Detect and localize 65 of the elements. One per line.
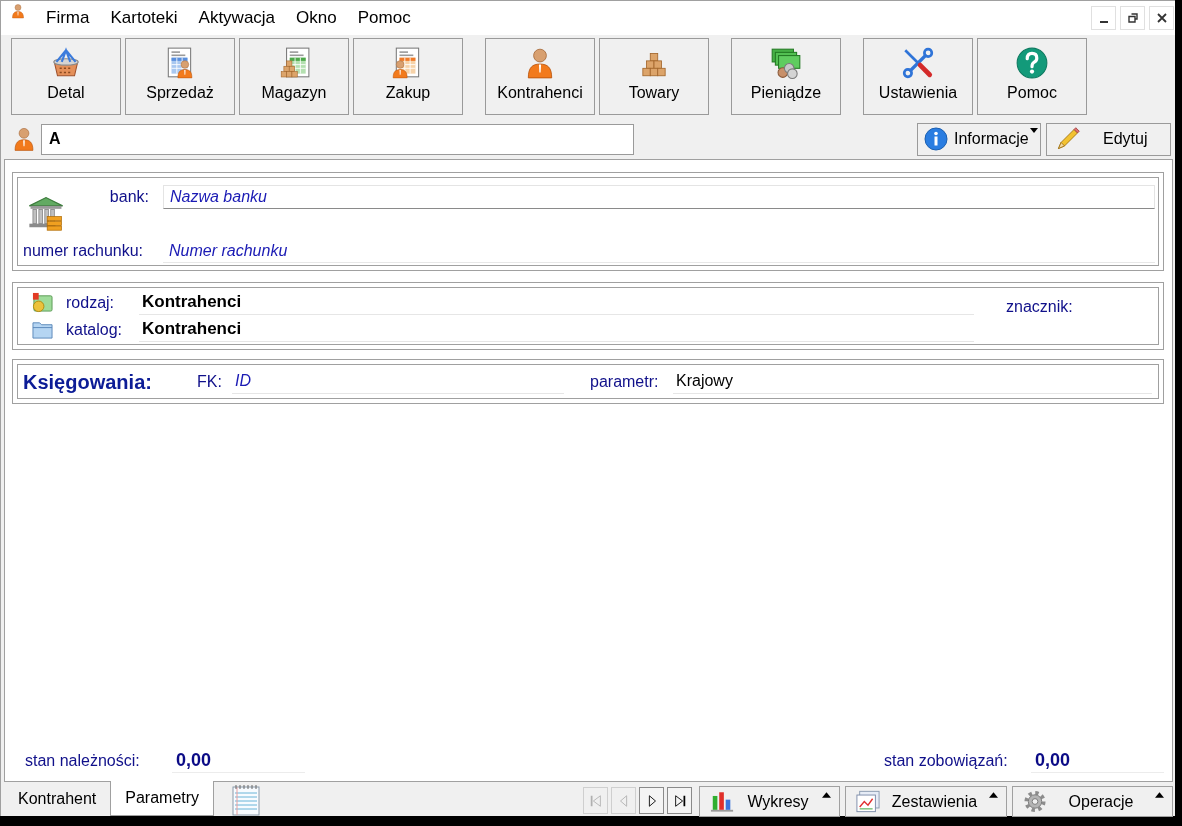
caret-up-icon — [989, 792, 998, 798]
toolbar-button[interactable]: Ustawienia — [863, 38, 973, 115]
toolbar-button[interactable]: Zakup — [353, 38, 463, 115]
parameter-field: Krajowy — [673, 369, 1152, 394]
chart-window-icon — [856, 790, 880, 813]
pencil-icon — [1055, 126, 1081, 152]
skip-back-icon — [588, 793, 603, 808]
toolbar-button[interactable]: Kontrahenci — [485, 38, 595, 115]
record-nav-button[interactable] — [667, 787, 692, 814]
fk-label: FK: — [197, 371, 223, 392]
field-label: katalog: — [66, 319, 124, 340]
contractor-field[interactable]: A — [41, 123, 634, 155]
wrench-screwdriver-icon — [901, 46, 935, 80]
account-number-label: numer rachunku: — [22, 241, 145, 261]
value-field: Kontrahenci — [139, 290, 974, 315]
field-label: rodzaj: — [66, 292, 116, 313]
caret-up-icon — [822, 792, 831, 798]
menu-item[interactable]: Aktywacja — [198, 7, 276, 29]
minimize-button[interactable] — [1091, 6, 1116, 30]
tag-label: znacznik: — [1006, 297, 1073, 317]
bar-chart-icon — [710, 790, 734, 813]
tab[interactable]: Parametry — [110, 781, 215, 816]
bank-coins-icon — [27, 194, 65, 232]
toolbar-button[interactable]: Towary — [599, 38, 709, 115]
toolbar-button[interactable]: Pomoc — [977, 38, 1087, 115]
toolbar-button[interactable]: Sprzedaż — [125, 38, 235, 115]
folder-icon — [31, 319, 54, 340]
menu-button[interactable]: Wykresy — [699, 786, 840, 817]
balance-value: 0,00 — [172, 749, 305, 773]
menu-item[interactable]: Kartoteki — [110, 7, 178, 29]
minimize-icon — [1099, 21, 1108, 23]
menu-item[interactable]: Pomoc — [357, 7, 411, 29]
card-icon — [31, 292, 54, 313]
info-icon — [924, 127, 948, 151]
toolbar-button[interactable]: Detal — [11, 38, 121, 115]
help-icon — [1015, 46, 1049, 80]
restore-button[interactable] — [1120, 6, 1145, 30]
restore-icon — [1127, 13, 1138, 23]
record-nav-button[interactable] — [639, 787, 664, 814]
menu-item[interactable]: Okno — [296, 7, 337, 29]
menu-button[interactable]: Operacje — [1012, 786, 1173, 817]
parameter-label: parametr: — [590, 371, 660, 392]
edit-button[interactable]: Edytuj — [1046, 122, 1171, 156]
value-field: Kontrahenci — [139, 317, 974, 342]
bank-label: bank: — [109, 187, 149, 207]
skip-forward-icon — [672, 793, 687, 808]
balance-label: stan należności: — [25, 751, 141, 771]
bank-name-field[interactable]: Nazwa banku — [163, 185, 1155, 209]
menu-item[interactable]: Firma — [46, 7, 90, 29]
caret-up-icon — [1155, 792, 1164, 798]
banknotes-coins-icon — [769, 46, 803, 80]
gear-icon — [1023, 790, 1047, 813]
info-button[interactable]: Informacje — [917, 122, 1041, 156]
balance-label: stan zobowiązań: — [884, 751, 1009, 771]
toolbar-button[interactable]: Pieniądze — [731, 38, 841, 115]
tab[interactable]: Kontrahent — [4, 782, 111, 816]
close-icon — [1156, 13, 1167, 23]
person-icon — [11, 126, 37, 152]
menu-button[interactable]: Zestawienia — [845, 786, 1007, 817]
caret-down-icon — [1029, 127, 1038, 133]
toolbar-button[interactable]: Magazyn — [239, 38, 349, 115]
accounting-title: Księgowania: — [23, 369, 153, 395]
close-button[interactable] — [1149, 6, 1174, 30]
notepad-icon — [231, 784, 262, 816]
balance-value: 0,00 — [1031, 749, 1164, 773]
